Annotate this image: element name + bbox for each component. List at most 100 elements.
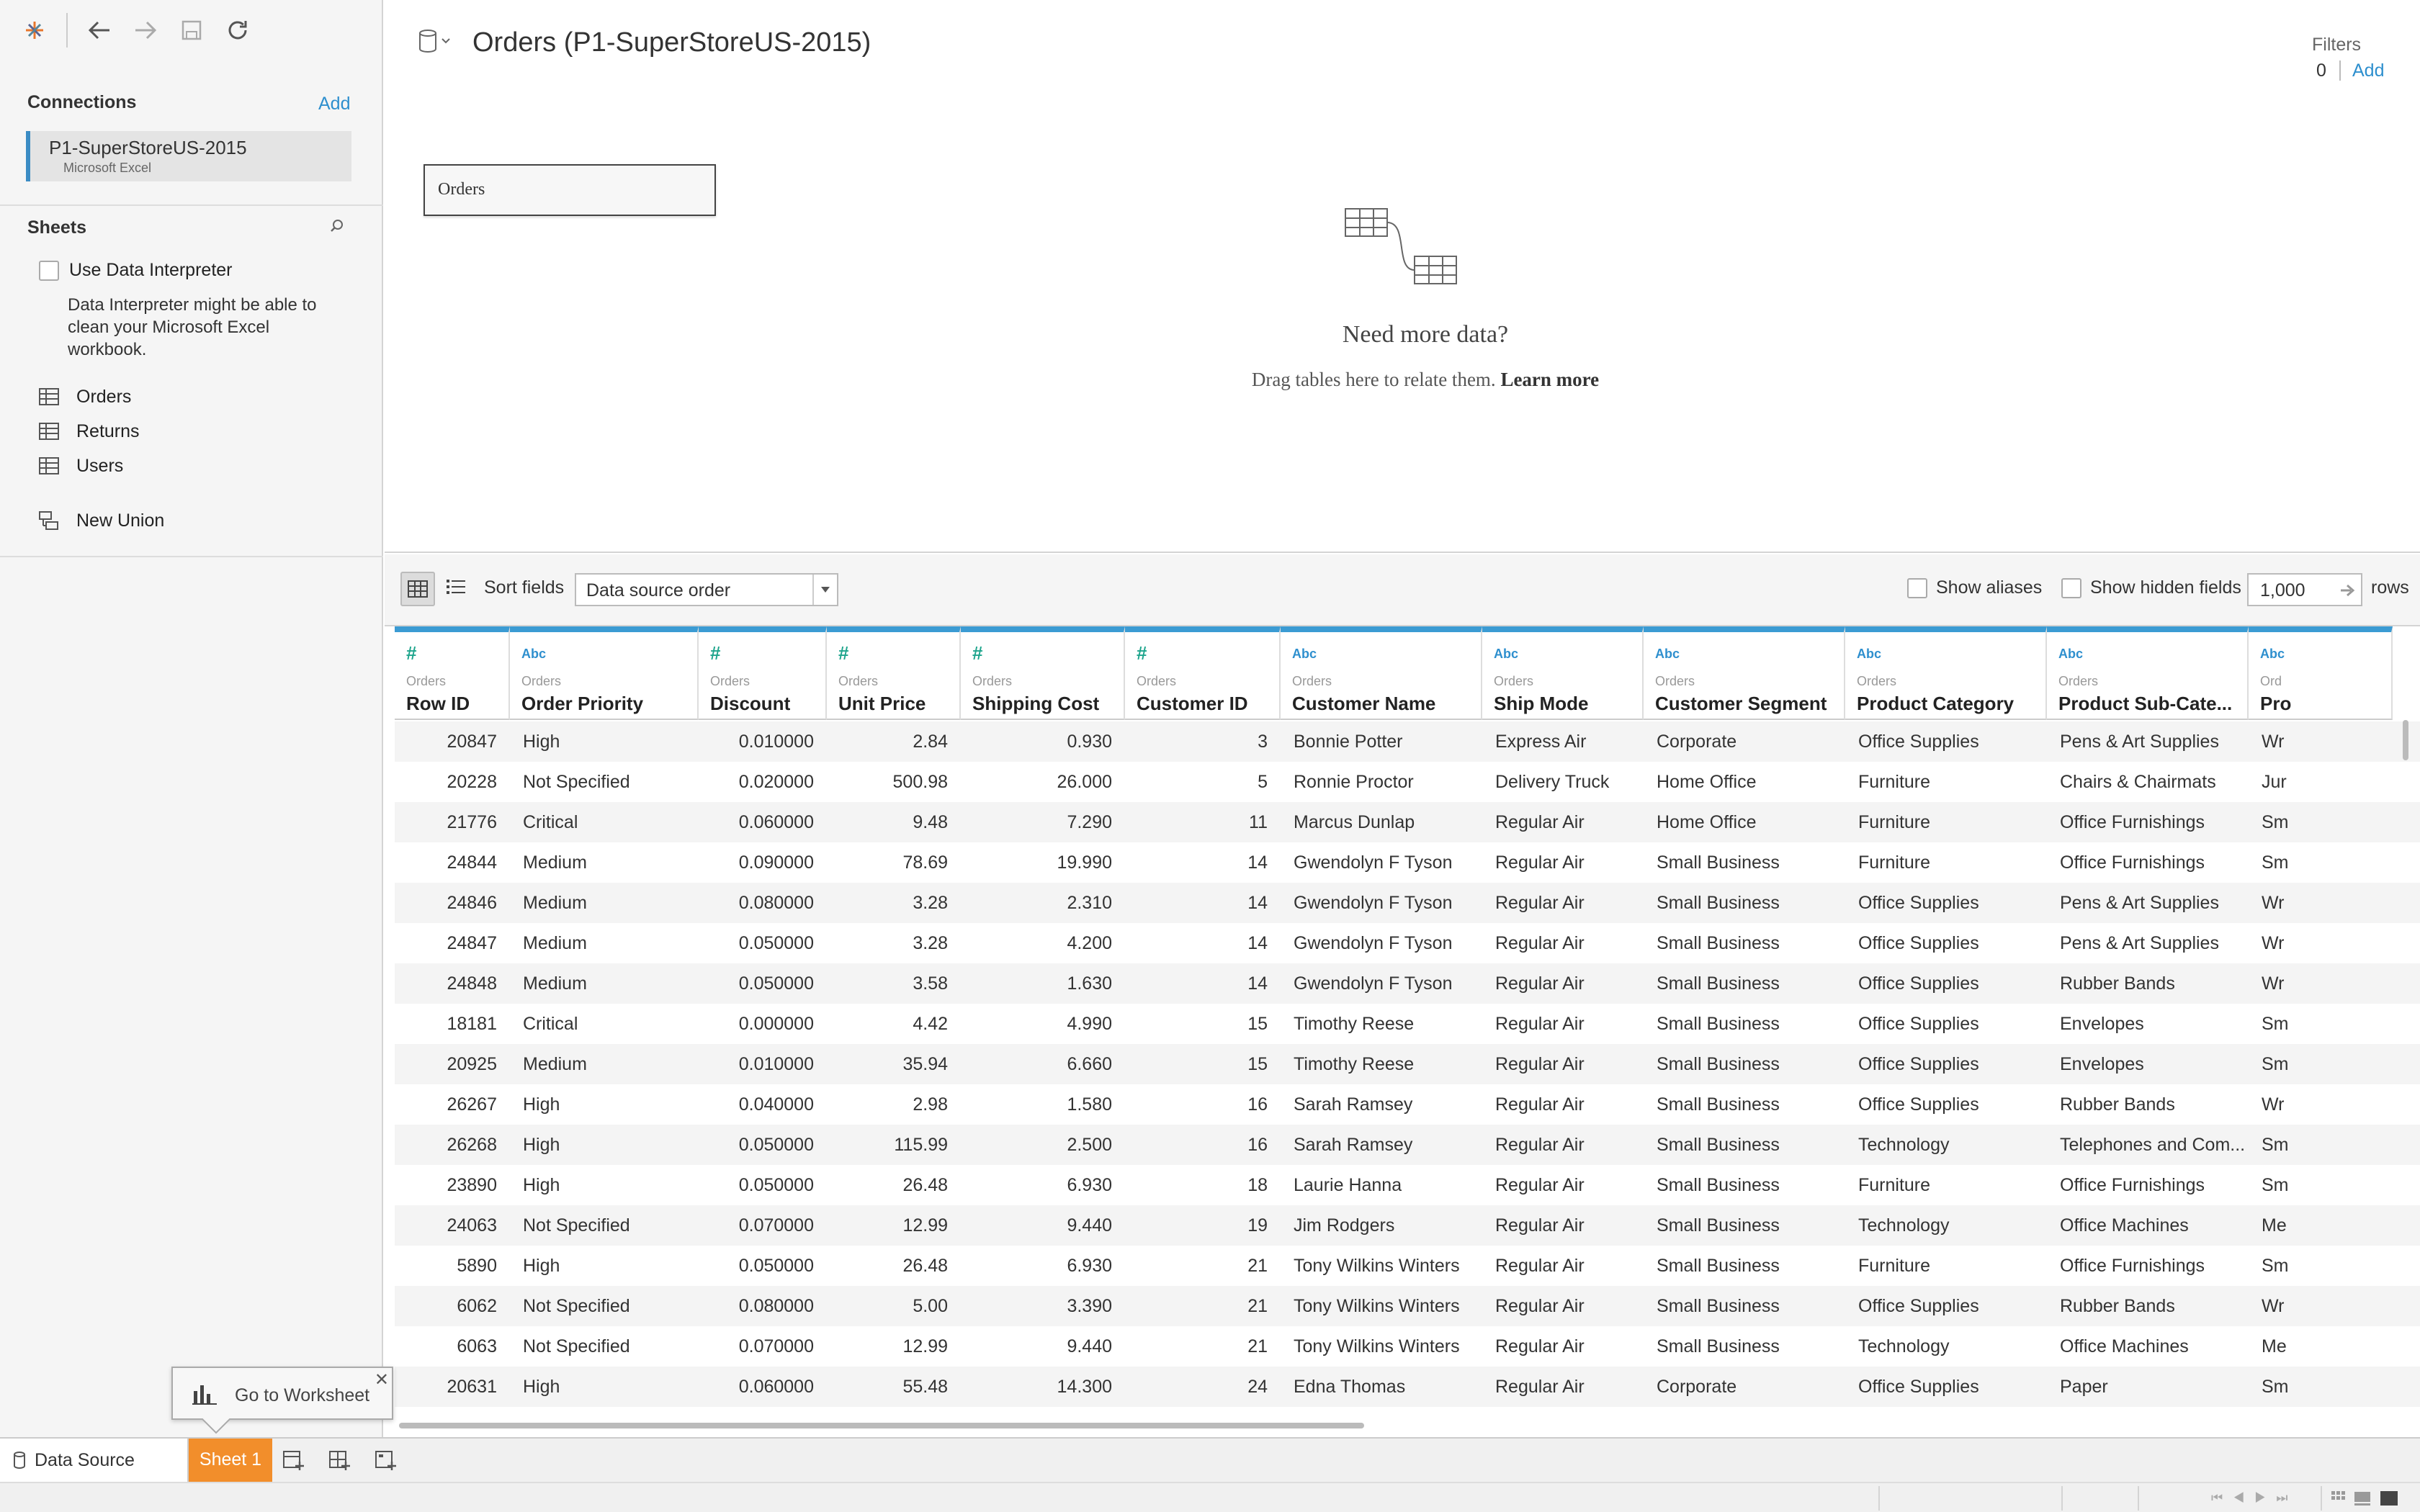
table-row: 21776 Critical 0.060000 9.48 7.290 11 Marcus D… [395,802,2420,842]
string-type-icon[interactable]: Abc [1857,647,1881,662]
column-header[interactable]: Abc Ord Pro [2249,626,2393,720]
rows-input[interactable]: 1,000 [2247,573,2362,606]
table-cell: 0.070000 [738,1215,814,1236]
string-type-icon[interactable]: Abc [2058,647,2083,662]
arrow-right-icon[interactable] [2339,582,2357,603]
orders-table-box[interactable]: Orders [424,164,716,216]
column-header[interactable]: Abc Orders Product Category [1845,626,2047,720]
show-hidden-fields-checkbox[interactable]: Show hidden fields [2061,577,2241,598]
go-to-worksheet-tooltip[interactable]: Go to Worksheet ✕ [171,1367,393,1434]
search-sheets-icon[interactable] [328,217,346,238]
connection-item[interactable]: P1-SuperStoreUS-2015 Microsoft Excel [26,131,351,181]
tab-data-source[interactable]: Data Source [0,1439,189,1482]
number-type-icon[interactable]: # [838,642,848,665]
column-header[interactable]: # Orders Row ID [395,626,510,720]
save-icon[interactable] [176,14,207,46]
list-view-button[interactable] [445,576,467,601]
show-tabs-icon[interactable] [2380,1490,2398,1510]
show-sheet-sorter-icon[interactable] [2354,1490,2371,1510]
table-icon [39,457,59,474]
string-type-icon[interactable]: Abc [1655,647,1680,662]
datasource-title[interactable]: Orders (P1-SuperStoreUS-2015) [472,27,871,58]
column-header[interactable]: Abc Orders Customer Segment [1644,626,1845,720]
column-name: Ship Mode [1494,693,1589,714]
number-type-icon[interactable]: # [710,642,720,665]
column-header[interactable]: # Orders Unit Price [827,626,961,720]
number-type-icon[interactable]: # [1137,642,1147,665]
column-header[interactable]: # Orders Discount [699,626,827,720]
table-cell: 0.060000 [738,812,814,832]
table-cell: Corporate [1657,1377,1737,1397]
string-type-icon[interactable]: Abc [1494,647,1518,662]
column-name: Pro [2260,693,2292,714]
add-connection-link[interactable]: Add [318,94,350,114]
string-type-icon[interactable]: Abc [2260,647,2285,662]
sheet-item-users[interactable]: Users [39,451,123,480]
column-header[interactable]: Abc Orders Customer Name [1281,626,1482,720]
select-caret-icon[interactable] [812,575,837,605]
table-cell: Office Furnishings [2060,812,2205,832]
table-cell: 2.500 [1067,1135,1112,1155]
table-cell: 14.300 [1057,1377,1112,1397]
table-cell: 20925 [447,1054,497,1074]
table-cell: Envelopes [2060,1054,2144,1074]
show-aliases-box[interactable] [1907,577,1927,598]
table-cell: Wr [2262,732,2285,752]
table-cell: 4.42 [913,1014,948,1034]
datasource-menu[interactable] [418,29,451,53]
vertical-scrollbar[interactable] [2403,720,2408,760]
number-type-icon[interactable]: # [406,642,416,665]
show-filmstrip-icon[interactable] [2331,1490,2347,1510]
close-icon[interactable]: ✕ [375,1369,389,1390]
number-type-icon[interactable]: # [972,642,982,665]
forward-icon[interactable] [130,14,161,46]
add-filter-link[interactable]: Add [2352,60,2384,81]
column-source: Orders [521,674,562,688]
connection-name: P1-SuperStoreUS-2015 [49,137,247,158]
column-source: Orders [710,674,750,688]
table-cell: Office Supplies [1858,1054,1979,1074]
interpreter-checkbox-box[interactable] [39,260,59,281]
grid-view-button[interactable] [400,572,435,606]
column-header[interactable]: # Orders Shipping Cost [961,626,1125,720]
new-union-item[interactable]: New Union [39,506,164,535]
string-type-icon[interactable]: Abc [521,647,546,662]
sheet-item-returns[interactable]: Returns [39,417,140,446]
table-cell: 20847 [447,732,497,752]
table-cell: 78.69 [902,852,948,873]
back-icon[interactable] [84,14,115,46]
column-header[interactable]: # Orders Customer ID [1125,626,1281,720]
string-type-icon[interactable]: Abc [1292,647,1317,662]
table-icon [39,423,59,440]
sheet-navigation-icons[interactable]: ⏮◀▶⏭ [2211,1490,2298,1506]
table-cell: Laurie Hanna [1294,1175,1402,1195]
table-cell: Wr [2262,1296,2285,1316]
table-row: 24848 Medium 0.050000 3.58 1.630 14 Gwendolyn … [395,963,2420,1004]
tab-sheet-1[interactable]: Sheet 1 [189,1439,272,1482]
sheet-item-orders[interactable]: Orders [39,382,131,411]
show-hidden-box[interactable] [2061,577,2081,598]
table-cell: Furniture [1858,1256,1931,1276]
table-cell: 24063 [447,1215,497,1236]
table-cell: Regular Air [1495,1296,1585,1316]
show-aliases-checkbox[interactable]: Show aliases [1907,577,2042,598]
table-cell: 5890 [457,1256,497,1276]
new-worksheet-icon[interactable] [282,1449,305,1475]
refresh-icon[interactable] [222,14,254,46]
new-dashboard-icon[interactable] [328,1449,351,1475]
table-cell: 1.630 [1067,973,1112,994]
learn-more-link[interactable]: Learn more [1500,369,1599,390]
table-cell: Not Specified [523,1336,630,1356]
new-story-icon[interactable] [375,1449,398,1475]
table-cell: Me [2262,1336,2287,1356]
table-cell: 55.48 [902,1377,948,1397]
filters-label: Filters [2312,35,2362,55]
horizontal-scrollbar[interactable] [399,1423,1364,1428]
use-data-interpreter-checkbox[interactable]: Use Data Interpreter [39,260,233,281]
column-header[interactable]: Abc Orders Product Sub-Cate... [2047,626,2249,720]
column-header[interactable]: Abc Orders Ship Mode [1482,626,1644,720]
column-header[interactable]: Abc Orders Order Priority [510,626,699,720]
table-cell: Technology [1858,1215,1950,1236]
table-cell: 14 [1247,933,1268,953]
sort-fields-select[interactable]: Data source order [575,573,838,606]
